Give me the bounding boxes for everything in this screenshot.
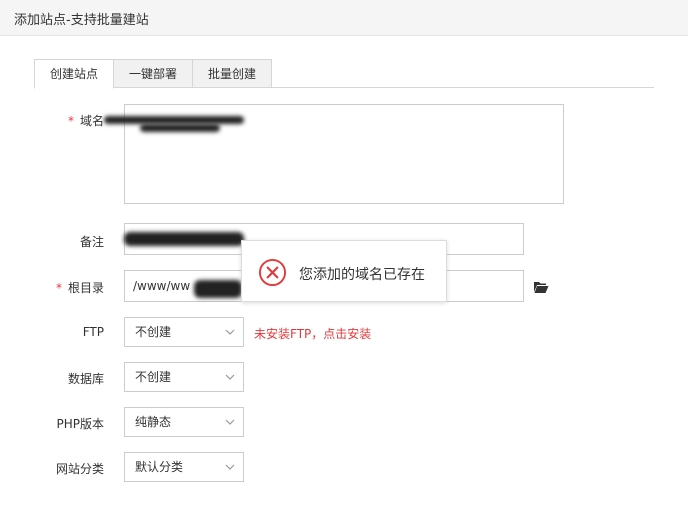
error-message: 您添加的域名已存在 bbox=[299, 267, 425, 283]
chevron-down-icon bbox=[225, 329, 235, 335]
root-dir-label-text: 根目录 bbox=[67, 281, 104, 295]
required-mark: * bbox=[55, 281, 62, 295]
site-category-select-value: 默认分类 bbox=[135, 460, 184, 474]
redacted-text bbox=[194, 280, 242, 298]
php-version-label: PHP版本 bbox=[56, 417, 105, 431]
dialog-titlebar: 添加站点-支持批量建站 bbox=[0, 0, 688, 36]
domain-label: * 域名 bbox=[0, 112, 104, 129]
root-dir-label: * 根目录 bbox=[0, 279, 104, 296]
redacted-text bbox=[104, 116, 244, 124]
ftp-label: FTP bbox=[82, 325, 104, 339]
chevron-down-icon bbox=[225, 419, 235, 425]
domain-label-text: 域名 bbox=[79, 114, 104, 128]
install-ftp-link[interactable]: 未安装FTP，点击安装 bbox=[254, 325, 371, 342]
php-version-select[interactable]: 纯静态 bbox=[124, 407, 244, 437]
tab-batch-create[interactable]: 批量创建 bbox=[192, 59, 272, 88]
ftp-select[interactable]: 不创建 bbox=[124, 317, 244, 347]
database-select-value: 不创建 bbox=[135, 370, 172, 384]
error-toast: 您添加的域名已存在 bbox=[241, 240, 447, 302]
php-version-select-value: 纯静态 bbox=[135, 415, 172, 429]
database-label: 数据库 bbox=[67, 372, 104, 386]
chevron-down-icon bbox=[225, 374, 235, 380]
redacted-text bbox=[124, 232, 244, 246]
folder-open-icon[interactable] bbox=[533, 280, 549, 294]
database-select[interactable]: 不创建 bbox=[124, 362, 244, 392]
site-category-label: 网站分类 bbox=[55, 462, 104, 476]
error-circle-icon bbox=[258, 258, 287, 287]
remark-label: 备注 bbox=[79, 235, 104, 249]
tab-one-click-deploy[interactable]: 一键部署 bbox=[113, 59, 193, 88]
ftp-select-value: 不创建 bbox=[135, 325, 172, 339]
tab-bar: 创建站点 一键部署 批量创建 bbox=[34, 59, 654, 89]
tab-create-site[interactable]: 创建站点 bbox=[34, 59, 114, 89]
chevron-down-icon bbox=[225, 464, 235, 470]
required-mark: * bbox=[67, 114, 74, 128]
redacted-text bbox=[140, 124, 220, 132]
dialog-title: 添加站点-支持批量建站 bbox=[14, 13, 149, 28]
site-category-select[interactable]: 默认分类 bbox=[124, 452, 244, 482]
